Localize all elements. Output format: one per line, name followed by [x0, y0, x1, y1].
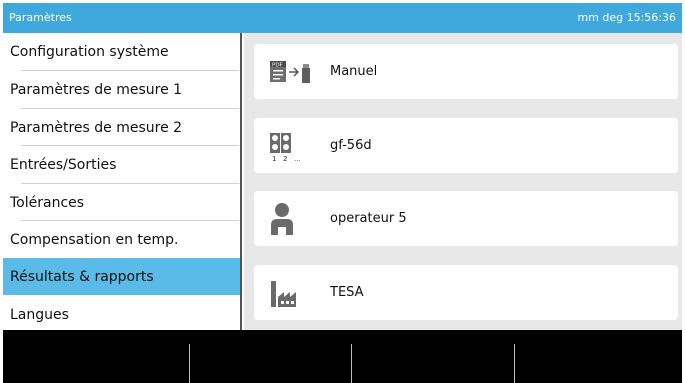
menu-item-label: Résultats & rapports	[10, 268, 154, 285]
svg-text:PDF: PDF	[272, 62, 283, 68]
measure-sequence-icon: 1 2 ...	[268, 126, 318, 166]
pdf-export-icon: PDF	[268, 52, 318, 92]
menu-item-label: Tolérances	[10, 194, 85, 211]
export-mode-card[interactable]: PDF Manuel	[254, 44, 678, 99]
menu-item-label: Configuration système	[10, 43, 169, 60]
menu-item-label: Paramètres de mesure 2	[10, 119, 183, 136]
svg-text:1: 1	[272, 155, 276, 163]
menu-item-tolerances[interactable]: Tolérances	[3, 184, 240, 221]
factory-icon	[268, 273, 318, 313]
svg-text:...: ...	[294, 155, 301, 163]
company-label: TESA	[330, 285, 364, 300]
settings-panel: PDF Manuel 1 2 ... gf-56d operateur 5 TE…	[244, 33, 682, 330]
softkey-divider	[514, 344, 515, 383]
operator-label: operateur 5	[330, 211, 407, 226]
menu-item-system-config[interactable]: Configuration système	[3, 33, 240, 70]
menu-item-label: Paramètres de mesure 1	[10, 81, 183, 98]
menu-item-results-reports[interactable]: Résultats & rapports	[3, 258, 240, 295]
menu-item-inputs-outputs[interactable]: Entrées/Sorties	[3, 146, 240, 183]
menu-item-label: Entrées/Sorties	[10, 156, 117, 173]
menu-item-label: Compensation en temp.	[10, 231, 179, 248]
menu-item-measure-params-2[interactable]: Paramètres de mesure 2	[3, 109, 240, 146]
svg-text:2: 2	[283, 155, 287, 163]
menu-item-label: Langues	[10, 306, 69, 323]
operator-card[interactable]: operateur 5	[254, 191, 678, 246]
operator-icon	[268, 199, 318, 239]
softkey-divider	[351, 344, 352, 383]
sequence-label: gf-56d	[330, 138, 372, 153]
menu-item-measure-params-1[interactable]: Paramètres de mesure 1	[3, 71, 240, 108]
title-bar: Paramètres mm deg 15:56:36	[3, 3, 682, 33]
menu-item-languages[interactable]: Langues	[3, 296, 240, 333]
softkey-bar	[3, 330, 682, 383]
settings-menu: Configuration système Paramètres de mesu…	[3, 33, 242, 330]
company-card[interactable]: TESA	[254, 265, 678, 320]
menu-item-temp-compensation[interactable]: Compensation en temp.	[3, 221, 240, 258]
screen-title: Paramètres	[9, 11, 72, 24]
status-readout: mm deg 15:56:36	[577, 11, 676, 24]
export-mode-label: Manuel	[330, 64, 378, 79]
sequence-card[interactable]: 1 2 ... gf-56d	[254, 118, 678, 173]
settings-screen: Paramètres mm deg 15:56:36 Configuration…	[0, 0, 685, 383]
softkey-divider	[189, 344, 190, 383]
